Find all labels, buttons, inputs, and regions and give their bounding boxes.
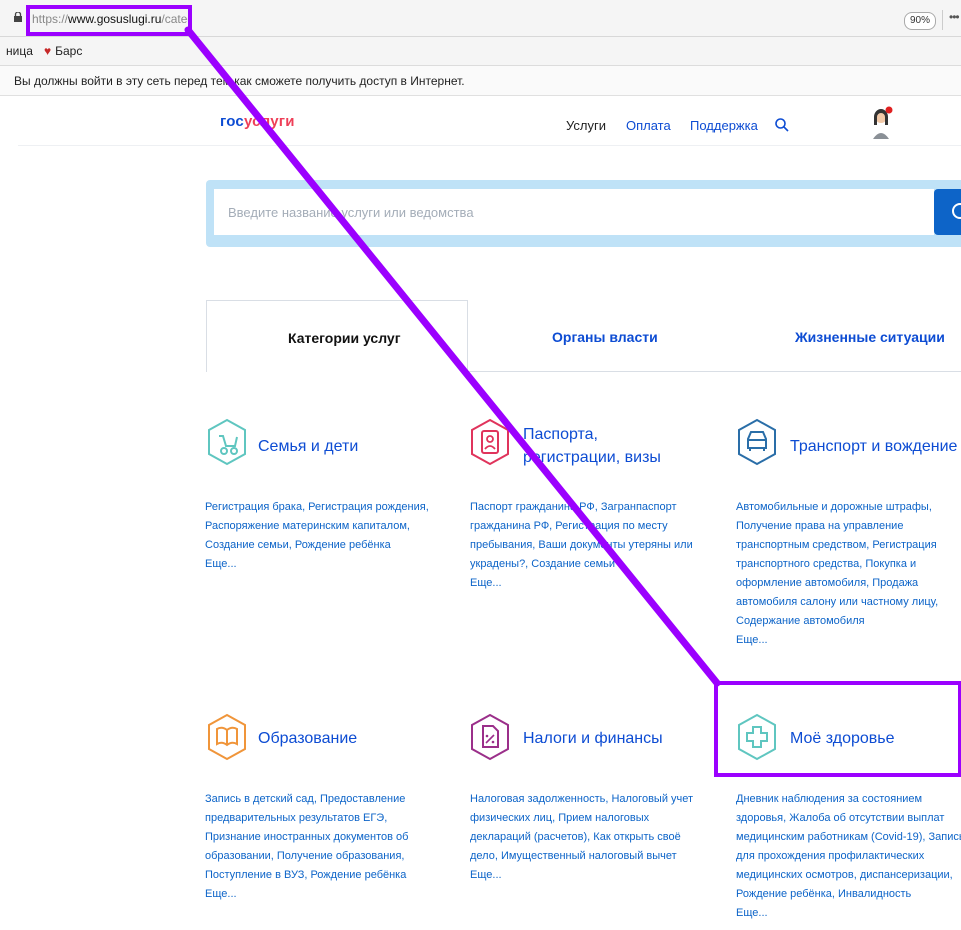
category-links-text[interactable]: Дневник наблюдения за состоянием здоровь… <box>736 793 961 900</box>
gosuslugi-logo[interactable]: госуслуги <box>220 113 295 130</box>
category-title-health[interactable]: Моё здоровье <box>790 729 895 749</box>
more-link[interactable]: Еще... <box>205 885 440 904</box>
more-link[interactable]: Еще... <box>470 574 705 593</box>
category-links-text[interactable]: Автомобильные и дорожные штрафы, Получен… <box>736 501 938 627</box>
more-link[interactable]: Еще... <box>736 904 961 923</box>
url-host: www.gosuslugi.ru <box>68 12 162 26</box>
book-icon <box>208 713 246 761</box>
nav-services[interactable]: Услуги <box>566 118 606 133</box>
category-links-health: Дневник наблюдения за состоянием здоровь… <box>736 790 961 923</box>
search-banner <box>206 180 961 247</box>
more-link[interactable]: Еще... <box>470 866 705 885</box>
service-search-input[interactable] <box>214 189 934 235</box>
category-title-transport[interactable]: Транспорт и вождение <box>790 437 957 457</box>
bookmarks-bar: ница ♥ Барс <box>0 37 961 66</box>
user-avatar-icon[interactable] <box>870 105 894 141</box>
url-path: /category <box>161 12 192 26</box>
category-title-family[interactable]: Семья и дети <box>258 437 358 457</box>
stroller-icon <box>208 418 246 466</box>
search-icon[interactable] <box>774 117 790 133</box>
more-link[interactable]: Еще... <box>205 555 440 574</box>
category-title-passports-line2[interactable]: регистрации, визы <box>523 448 661 468</box>
medical-cross-icon <box>738 713 776 761</box>
toolbar-divider <box>942 10 943 30</box>
tabs-divider <box>468 371 961 372</box>
category-links-transport: Автомобильные и дорожные штрафы, Получен… <box>736 498 961 650</box>
bookmark-item[interactable]: ница <box>6 44 33 58</box>
tab-categories-label[interactable]: Категории услуг <box>288 330 401 346</box>
category-title-passports-line1[interactable]: Паспорта, <box>523 425 598 445</box>
passport-icon <box>471 418 509 466</box>
category-links-taxes: Налоговая задолженность, Налоговый учет … <box>470 790 705 885</box>
network-login-notice[interactable]: Вы должны войти в эту сеть перед тем как… <box>0 66 961 96</box>
logo-part-uslugi: услуги <box>243 113 295 130</box>
category-links-family: Регистрация брака, Регистрация рождения,… <box>205 498 440 574</box>
category-title-taxes[interactable]: Налоги и финансы <box>523 729 663 749</box>
category-links-text[interactable]: Паспорт гражданина РФ, Загранпаспорт гра… <box>470 501 693 570</box>
url-scheme: https:// <box>32 12 69 26</box>
search-button[interactable] <box>934 189 961 235</box>
bookmark-label: Барс <box>55 44 83 58</box>
more-menu-icon[interactable]: ••• <box>949 10 960 24</box>
search-icon <box>952 203 961 219</box>
category-links-text[interactable]: Налоговая задолженность, Налоговый учет … <box>470 793 693 862</box>
category-links-text[interactable]: Регистрация брака, Регистрация рождения,… <box>205 501 429 551</box>
category-links-text[interactable]: Запись в детский сад, Предоставление пре… <box>205 793 408 881</box>
category-title-education[interactable]: Образование <box>258 729 357 749</box>
tax-document-icon <box>471 713 509 761</box>
lock-icon <box>14 12 22 22</box>
category-links-education: Запись в детский сад, Предоставление пре… <box>205 790 440 904</box>
nav-support[interactable]: Поддержка <box>690 118 758 133</box>
site-header: госуслуги Услуги Оплата Поддержка <box>18 97 961 146</box>
tab-life-situations[interactable]: Жизненные ситуации <box>795 329 945 345</box>
browser-address-bar: https://www.gosuslugi.ru/category 90% ••… <box>0 0 961 37</box>
nav-payment[interactable]: Оплата <box>626 118 671 133</box>
heart-icon: ♥ <box>44 44 52 58</box>
category-links-passports: Паспорт гражданина РФ, Загранпаспорт гра… <box>470 498 705 593</box>
logo-part-gos: гос <box>220 113 244 130</box>
tab-authorities[interactable]: Органы власти <box>552 329 658 345</box>
zoom-level-badge[interactable]: 90% <box>904 12 936 30</box>
car-icon <box>738 418 776 466</box>
more-link[interactable]: Еще... <box>736 631 961 650</box>
url-field[interactable]: https://www.gosuslugi.ru/category <box>28 8 192 30</box>
bookmark-item-bars[interactable]: ♥ Барс <box>44 44 82 58</box>
